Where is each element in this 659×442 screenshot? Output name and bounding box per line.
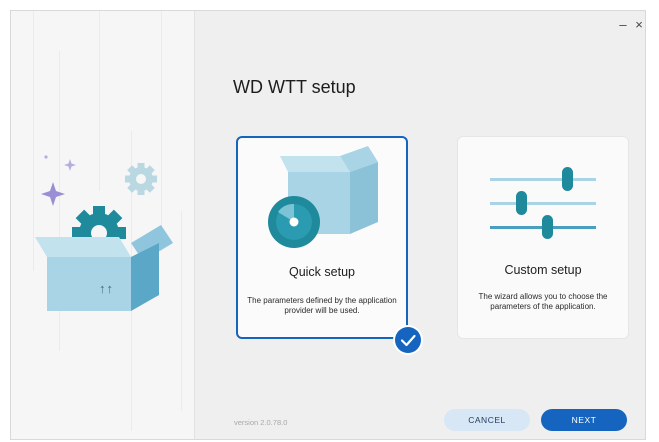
setup-window: ↑↑ – × WD WTT setup Quick setup The para… [10, 10, 646, 440]
close-button[interactable]: × [631, 17, 645, 33]
box-gear-illustration [35, 155, 173, 311]
version-label: version 2.0.78.0 [234, 418, 288, 427]
quick-setup-card[interactable]: Quick setup The parameters defined by th… [236, 136, 408, 339]
box-marking: ↑↑ [99, 281, 114, 296]
next-button[interactable]: NEXT [541, 409, 627, 431]
sparkle-icon [64, 159, 76, 171]
sparkle-icon [41, 182, 65, 206]
custom-setup-card[interactable]: Custom setup The wizard allows you to ch… [457, 136, 629, 339]
card-title: Quick setup [288, 265, 355, 279]
sliders-icon [490, 167, 596, 239]
small-gear-icon [125, 163, 157, 195]
side-illustration-panel: ↑↑ [11, 11, 195, 439]
card-description: The wizard allows you to choose the para… [478, 292, 608, 311]
card-title: Custom setup [504, 263, 582, 277]
checkmark-icon [395, 327, 421, 353]
minimize-button[interactable]: – [615, 17, 631, 33]
card-description: The parameters defined by the applicatio… [247, 296, 397, 315]
box-disc-icon [268, 146, 378, 248]
cancel-button[interactable]: CANCEL [444, 409, 530, 431]
page-title: WD WTT setup [233, 77, 356, 97]
